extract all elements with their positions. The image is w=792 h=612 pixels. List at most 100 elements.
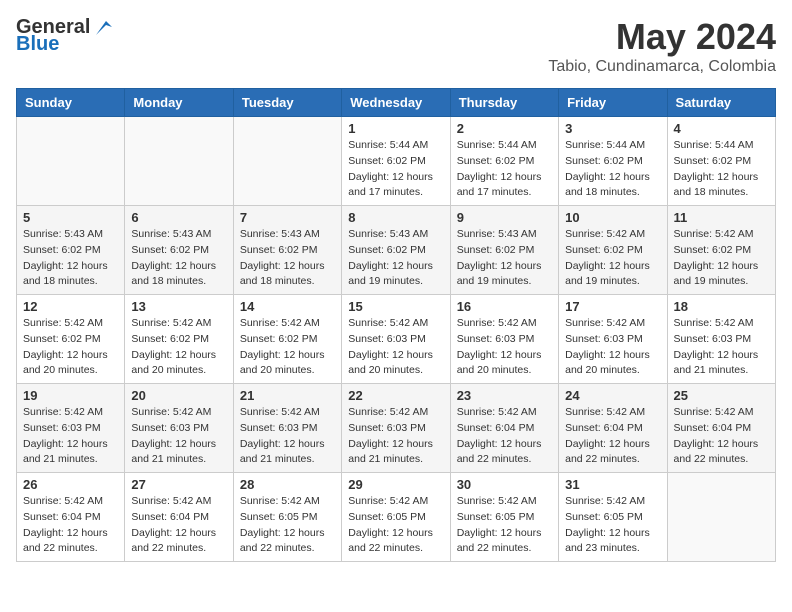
- day-info: Sunrise: 5:42 AM Sunset: 6:03 PM Dayligh…: [240, 405, 335, 468]
- day-info: Sunrise: 5:44 AM Sunset: 6:02 PM Dayligh…: [457, 138, 552, 201]
- calendar-day-header: Tuesday: [233, 89, 341, 117]
- calendar-cell: 2 Sunrise: 5:44 AM Sunset: 6:02 PM Daylig…: [450, 117, 558, 206]
- month-title: May 2024: [548, 16, 776, 58]
- day-info: Sunrise: 5:43 AM Sunset: 6:02 PM Dayligh…: [240, 227, 335, 290]
- calendar-day-header: Wednesday: [342, 89, 450, 117]
- day-info: Sunrise: 5:42 AM Sunset: 6:04 PM Dayligh…: [23, 494, 118, 557]
- calendar-day-header: Sunday: [17, 89, 125, 117]
- day-number: 24: [565, 388, 660, 403]
- day-info: Sunrise: 5:44 AM Sunset: 6:02 PM Dayligh…: [565, 138, 660, 201]
- calendar-cell: 21 Sunrise: 5:42 AM Sunset: 6:03 PM Dayli…: [233, 384, 341, 473]
- calendar-table: SundayMondayTuesdayWednesdayThursdayFrid…: [16, 88, 776, 562]
- day-info: Sunrise: 5:42 AM Sunset: 6:03 PM Dayligh…: [565, 316, 660, 379]
- day-info: Sunrise: 5:42 AM Sunset: 6:03 PM Dayligh…: [457, 316, 552, 379]
- calendar-cell: 29 Sunrise: 5:42 AM Sunset: 6:05 PM Dayli…: [342, 473, 450, 562]
- day-number: 23: [457, 388, 552, 403]
- day-number: 3: [565, 121, 660, 136]
- day-info: Sunrise: 5:42 AM Sunset: 6:02 PM Dayligh…: [23, 316, 118, 379]
- day-number: 13: [131, 299, 226, 314]
- calendar-cell: 27 Sunrise: 5:42 AM Sunset: 6:04 PM Dayli…: [125, 473, 233, 562]
- calendar-header-row: SundayMondayTuesdayWednesdayThursdayFrid…: [17, 89, 776, 117]
- calendar-week-row: 26 Sunrise: 5:42 AM Sunset: 6:04 PM Dayli…: [17, 473, 776, 562]
- calendar-cell: [17, 117, 125, 206]
- day-info: Sunrise: 5:42 AM Sunset: 6:03 PM Dayligh…: [674, 316, 769, 379]
- day-info: Sunrise: 5:42 AM Sunset: 6:02 PM Dayligh…: [674, 227, 769, 290]
- calendar-week-row: 19 Sunrise: 5:42 AM Sunset: 6:03 PM Dayli…: [17, 384, 776, 473]
- calendar-cell: 14Sunrise: 5:42 AM Sunset: 6:02 PM Dayli…: [233, 295, 341, 384]
- day-number: 17: [565, 299, 660, 314]
- logo: General Blue: [16, 16, 112, 56]
- day-number: 1: [348, 121, 443, 136]
- calendar-cell: 22 Sunrise: 5:42 AM Sunset: 6:03 PM Dayli…: [342, 384, 450, 473]
- day-number: 7: [240, 210, 335, 225]
- day-number: 30: [457, 477, 552, 492]
- day-number: 26: [23, 477, 118, 492]
- day-number: 16: [457, 299, 552, 314]
- calendar-cell: 25 Sunrise: 5:42 AM Sunset: 6:04 PM Dayli…: [667, 384, 775, 473]
- calendar-day-header: Friday: [559, 89, 667, 117]
- calendar-cell: 18 Sunrise: 5:42 AM Sunset: 6:03 PM Dayli…: [667, 295, 775, 384]
- day-number: 19: [23, 388, 118, 403]
- day-number: 2: [457, 121, 552, 136]
- calendar-cell: 7 Sunrise: 5:43 AM Sunset: 6:02 PM Daylig…: [233, 206, 341, 295]
- logo-bird-icon: [92, 17, 112, 37]
- day-info: Sunrise: 5:44 AM Sunset: 6:02 PM Dayligh…: [348, 138, 443, 201]
- day-info: Sunrise: 5:42 AM Sunset: 6:03 PM Dayligh…: [348, 405, 443, 468]
- logo-blue: Blue: [16, 33, 59, 56]
- day-info: Sunrise: 5:43 AM Sunset: 6:02 PM Dayligh…: [457, 227, 552, 290]
- day-info: Sunrise: 5:42 AM Sunset: 6:03 PM Dayligh…: [348, 316, 443, 379]
- day-info: Sunrise: 5:42 AM Sunset: 6:04 PM Dayligh…: [131, 494, 226, 557]
- calendar-cell: 23 Sunrise: 5:42 AM Sunset: 6:04 PM Dayli…: [450, 384, 558, 473]
- header: General Blue May 2024 Tabio, Cundinamarc…: [16, 16, 776, 76]
- day-number: 14: [240, 299, 335, 314]
- calendar-cell: 17 Sunrise: 5:42 AM Sunset: 6:03 PM Dayli…: [559, 295, 667, 384]
- calendar-day-header: Monday: [125, 89, 233, 117]
- day-info: Sunrise: 5:43 AM Sunset: 6:02 PM Dayligh…: [348, 227, 443, 290]
- day-number: 15: [348, 299, 443, 314]
- day-info: Sunrise: 5:44 AM Sunset: 6:02 PM Dayligh…: [674, 138, 769, 201]
- calendar-cell: 30 Sunrise: 5:42 AM Sunset: 6:05 PM Dayli…: [450, 473, 558, 562]
- calendar-cell: 5Sunrise: 5:43 AM Sunset: 6:02 PM Daylig…: [17, 206, 125, 295]
- calendar-cell: 11Sunrise: 5:42 AM Sunset: 6:02 PM Dayli…: [667, 206, 775, 295]
- calendar-cell: [667, 473, 775, 562]
- day-info: Sunrise: 5:42 AM Sunset: 6:05 PM Dayligh…: [348, 494, 443, 557]
- day-info: Sunrise: 5:42 AM Sunset: 6:05 PM Dayligh…: [240, 494, 335, 557]
- day-number: 27: [131, 477, 226, 492]
- day-number: 29: [348, 477, 443, 492]
- day-number: 25: [674, 388, 769, 403]
- day-number: 10: [565, 210, 660, 225]
- day-info: Sunrise: 5:42 AM Sunset: 6:05 PM Dayligh…: [565, 494, 660, 557]
- calendar-cell: 16 Sunrise: 5:42 AM Sunset: 6:03 PM Dayli…: [450, 295, 558, 384]
- day-info: Sunrise: 5:42 AM Sunset: 6:02 PM Dayligh…: [131, 316, 226, 379]
- day-info: Sunrise: 5:42 AM Sunset: 6:05 PM Dayligh…: [457, 494, 552, 557]
- day-number: 6: [131, 210, 226, 225]
- calendar-cell: 26 Sunrise: 5:42 AM Sunset: 6:04 PM Dayli…: [17, 473, 125, 562]
- day-info: Sunrise: 5:42 AM Sunset: 6:03 PM Dayligh…: [23, 405, 118, 468]
- calendar-cell: 8 Sunrise: 5:43 AM Sunset: 6:02 PM Daylig…: [342, 206, 450, 295]
- day-info: Sunrise: 5:42 AM Sunset: 6:04 PM Dayligh…: [565, 405, 660, 468]
- calendar-cell: 31 Sunrise: 5:42 AM Sunset: 6:05 PM Dayli…: [559, 473, 667, 562]
- calendar-cell: 20Sunrise: 5:42 AM Sunset: 6:03 PM Dayli…: [125, 384, 233, 473]
- calendar-cell: 1 Sunrise: 5:44 AM Sunset: 6:02 PM Daylig…: [342, 117, 450, 206]
- day-number: 31: [565, 477, 660, 492]
- day-info: Sunrise: 5:42 AM Sunset: 6:04 PM Dayligh…: [674, 405, 769, 468]
- calendar-day-header: Thursday: [450, 89, 558, 117]
- day-number: 22: [348, 388, 443, 403]
- day-info: Sunrise: 5:43 AM Sunset: 6:02 PM Dayligh…: [23, 227, 118, 290]
- calendar-cell: 4Sunrise: 5:44 AM Sunset: 6:02 PM Daylig…: [667, 117, 775, 206]
- day-number: 9: [457, 210, 552, 225]
- calendar-cell: 12Sunrise: 5:42 AM Sunset: 6:02 PM Dayli…: [17, 295, 125, 384]
- location-title: Tabio, Cundinamarca, Colombia: [548, 58, 776, 76]
- day-number: 18: [674, 299, 769, 314]
- day-number: 21: [240, 388, 335, 403]
- calendar-cell: 24 Sunrise: 5:42 AM Sunset: 6:04 PM Dayli…: [559, 384, 667, 473]
- day-number: 28: [240, 477, 335, 492]
- calendar-cell: 13 Sunrise: 5:42 AM Sunset: 6:02 PM Dayli…: [125, 295, 233, 384]
- calendar-cell: 3 Sunrise: 5:44 AM Sunset: 6:02 PM Daylig…: [559, 117, 667, 206]
- calendar-cell: 19 Sunrise: 5:42 AM Sunset: 6:03 PM Dayli…: [17, 384, 125, 473]
- day-number: 8: [348, 210, 443, 225]
- calendar-cell: 6Sunrise: 5:43 AM Sunset: 6:02 PM Daylig…: [125, 206, 233, 295]
- calendar-week-row: 1 Sunrise: 5:44 AM Sunset: 6:02 PM Daylig…: [17, 117, 776, 206]
- day-info: Sunrise: 5:42 AM Sunset: 6:04 PM Dayligh…: [457, 405, 552, 468]
- day-info: Sunrise: 5:42 AM Sunset: 6:02 PM Dayligh…: [565, 227, 660, 290]
